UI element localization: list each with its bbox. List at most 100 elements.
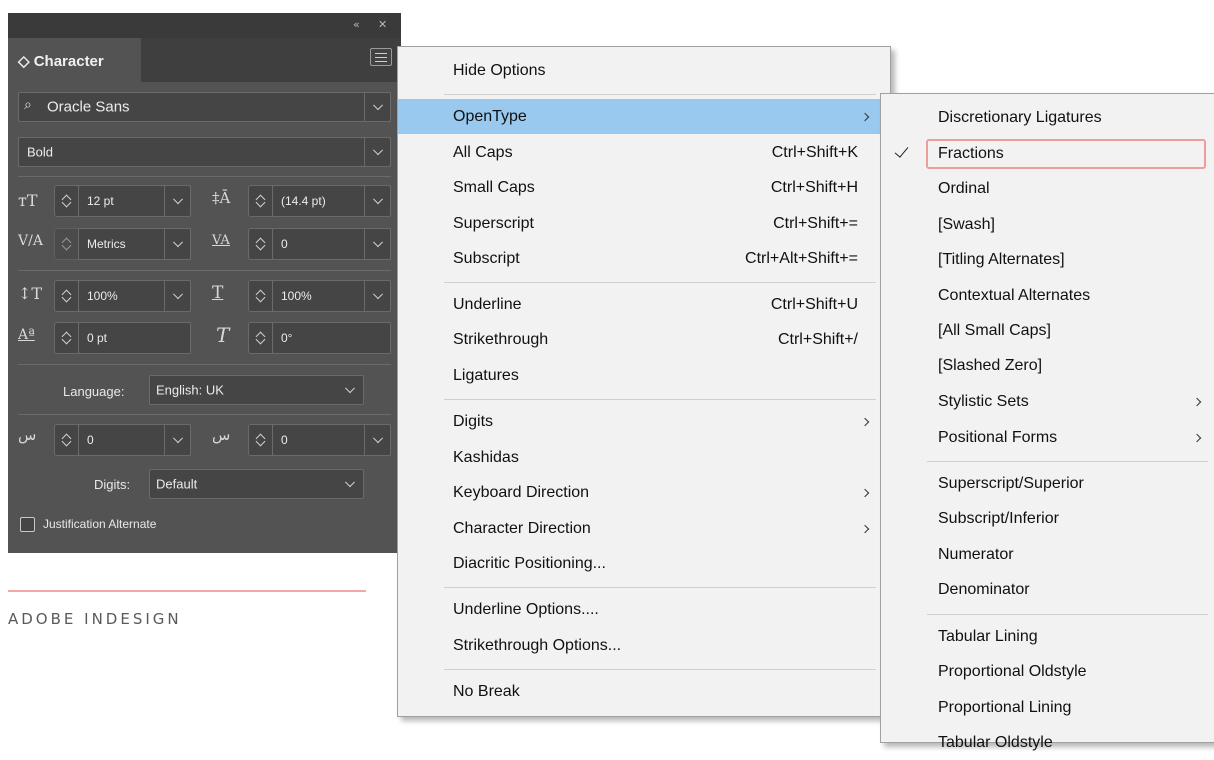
skew-stepper[interactable] <box>248 322 273 354</box>
kerning-stepper[interactable] <box>54 228 79 260</box>
submenu-item-stylistic-sets[interactable]: Stylistic Sets <box>881 384 1214 419</box>
chevron-down-icon[interactable] <box>364 228 391 260</box>
submenu-item-titling-alternates[interactable]: [Titling Alternates] <box>881 242 1214 277</box>
chevron-down-icon[interactable] <box>364 92 391 122</box>
submenu-item-contextual-alternates[interactable]: Contextual Alternates <box>881 278 1214 313</box>
kashida-left-stepper[interactable] <box>54 424 79 456</box>
vertical-scale-input[interactable]: 100% <box>78 280 191 312</box>
menu-item-character-direction[interactable]: Character Direction <box>398 511 890 546</box>
leading-icon: ‡Ā <box>212 189 231 207</box>
digits-select[interactable]: Default <box>149 469 364 499</box>
menu-item-strikethrough-options[interactable]: Strikethrough Options... <box>398 628 890 663</box>
submenu-item-superscript-superior[interactable]: Superscript/Superior <box>881 466 1214 501</box>
font-family-select[interactable]: ⌕ Oracle Sans <box>18 92 391 122</box>
horizontal-scale-input[interactable]: 100% <box>272 280 391 312</box>
tab-character[interactable]: ◇ Character <box>8 38 141 82</box>
baseline-shift-input[interactable]: 0 pt <box>78 322 191 354</box>
submenu-item-proportional-oldstyle[interactable]: Proportional Oldstyle <box>881 654 1214 689</box>
menu-item-label: Underline <box>453 296 522 313</box>
chevron-down-icon[interactable] <box>364 137 391 167</box>
menu-item-opentype[interactable]: OpenType <box>398 99 890 134</box>
menu-item-small-caps[interactable]: Small Caps Ctrl+Shift+H <box>398 170 890 205</box>
chevron-right-icon <box>860 417 870 427</box>
menu-item-no-break[interactable]: No Break <box>398 674 890 709</box>
horizontal-scale-stepper[interactable] <box>248 280 273 312</box>
submenu-item-label: [Titling Alternates] <box>938 251 1065 268</box>
leading-stepper[interactable] <box>248 185 273 217</box>
submenu-item-subscript-inferior[interactable]: Subscript/Inferior <box>881 501 1214 536</box>
chevron-down-icon <box>343 470 357 498</box>
chevron-down-icon[interactable] <box>164 280 191 312</box>
submenu-item-label: Stylistic Sets <box>938 393 1029 410</box>
font-size-icon: тT <box>18 191 38 210</box>
submenu-item-all-small-caps[interactable]: [All Small Caps] <box>881 313 1214 348</box>
chevron-down-icon[interactable] <box>364 185 391 217</box>
menu-item-digits[interactable]: Digits <box>398 404 890 439</box>
menu-item-strikethrough[interactable]: Strikethrough Ctrl+Shift+/ <box>398 322 890 357</box>
submenu-item-ordinal[interactable]: Ordinal <box>881 171 1214 206</box>
kerning-select[interactable]: Metrics <box>78 228 191 260</box>
character-panel: « ✕ ◇ Character ⌕ Oracle Sans Bold тT 12… <box>8 13 401 553</box>
submenu-item-discretionary-ligatures[interactable]: Discretionary Ligatures <box>881 100 1214 135</box>
menu-item-superscript[interactable]: Superscript Ctrl+Shift+= <box>398 206 890 241</box>
chevron-down-icon[interactable] <box>164 185 191 217</box>
submenu-item-label: [Swash] <box>938 216 995 233</box>
kashida-right-input[interactable]: 0 <box>272 424 391 456</box>
vertical-scale-icon: ↕T <box>18 284 43 303</box>
justification-alternate-checkbox[interactable] <box>20 517 35 532</box>
checkmark-icon <box>894 143 909 158</box>
submenu-item-proportional-lining[interactable]: Proportional Lining <box>881 690 1214 725</box>
submenu-item-fractions[interactable]: Fractions <box>881 136 1214 171</box>
menu-item-label: Strikethrough Options... <box>453 637 622 654</box>
divider <box>18 270 391 271</box>
leading-input[interactable]: (14.4 pt) <box>272 185 391 217</box>
menu-item-keyboard-direction[interactable]: Keyboard Direction <box>398 475 890 510</box>
tracking-input[interactable]: 0 <box>272 228 391 260</box>
menu-item-label: Keyboard Direction <box>453 484 590 501</box>
baseline-shift-stepper[interactable] <box>54 322 79 354</box>
menu-item-label: Character Direction <box>453 520 591 537</box>
submenu-item-positional-forms[interactable]: Positional Forms <box>881 420 1214 455</box>
submenu-item-tabular-oldstyle[interactable]: Tabular Oldstyle <box>881 725 1214 760</box>
menu-item-label: OpenType <box>453 108 527 125</box>
submenu-item-denominator[interactable]: Denominator <box>881 572 1214 607</box>
menu-item-hide-options[interactable]: Hide Options <box>398 53 890 88</box>
tracking-stepper[interactable] <box>248 228 273 260</box>
submenu-item-swash[interactable]: [Swash] <box>881 207 1214 242</box>
menu-item-subscript[interactable]: Subscript Ctrl+Alt+Shift+= <box>398 241 890 276</box>
font-style-select[interactable]: Bold <box>18 137 391 167</box>
submenu-item-label: [All Small Caps] <box>938 322 1051 339</box>
font-size-stepper[interactable] <box>54 185 79 217</box>
skew-input[interactable]: 0° <box>272 322 391 354</box>
submenu-item-tabular-lining[interactable]: Tabular Lining <box>881 619 1214 654</box>
divider <box>18 364 391 365</box>
menu-item-kashidas[interactable]: Kashidas <box>398 440 890 475</box>
font-size-input[interactable]: 12 pt <box>78 185 191 217</box>
chevron-down-icon[interactable] <box>164 424 191 456</box>
chevron-down-icon[interactable] <box>164 228 191 260</box>
close-icon[interactable]: ✕ <box>378 18 387 31</box>
panel-menu-button[interactable] <box>370 48 392 66</box>
submenu-item-numerator[interactable]: Numerator <box>881 537 1214 572</box>
menu-item-underline[interactable]: Underline Ctrl+Shift+U <box>398 287 890 322</box>
kashida-right-stepper[interactable] <box>248 424 273 456</box>
chevron-down-icon <box>343 376 357 404</box>
menu-item-ligatures[interactable]: Ligatures <box>398 358 890 393</box>
submenu-item-label: Tabular Oldstyle <box>938 734 1053 751</box>
menu-item-all-caps[interactable]: All Caps Ctrl+Shift+K <box>398 135 890 170</box>
kashida-left-input[interactable]: 0 <box>78 424 191 456</box>
menu-separator <box>444 399 876 400</box>
menu-item-diacritic-positioning[interactable]: Diacritic Positioning... <box>398 546 890 581</box>
chevron-down-icon[interactable] <box>364 424 391 456</box>
language-select[interactable]: English: UK <box>149 375 364 405</box>
chevron-down-icon[interactable] <box>364 280 391 312</box>
menu-item-underline-options[interactable]: Underline Options.... <box>398 592 890 627</box>
menu-separator <box>444 282 876 283</box>
submenu-item-slashed-zero[interactable]: [Slashed Zero] <box>881 348 1214 383</box>
vertical-scale-stepper[interactable] <box>54 280 79 312</box>
menu-item-label: Diacritic Positioning... <box>453 555 606 572</box>
panel-title-bar: « ✕ <box>8 13 401 38</box>
chevron-right-icon <box>860 488 870 498</box>
collapse-icon[interactable]: « <box>353 18 360 31</box>
menu-item-label: Subscript <box>453 250 520 267</box>
